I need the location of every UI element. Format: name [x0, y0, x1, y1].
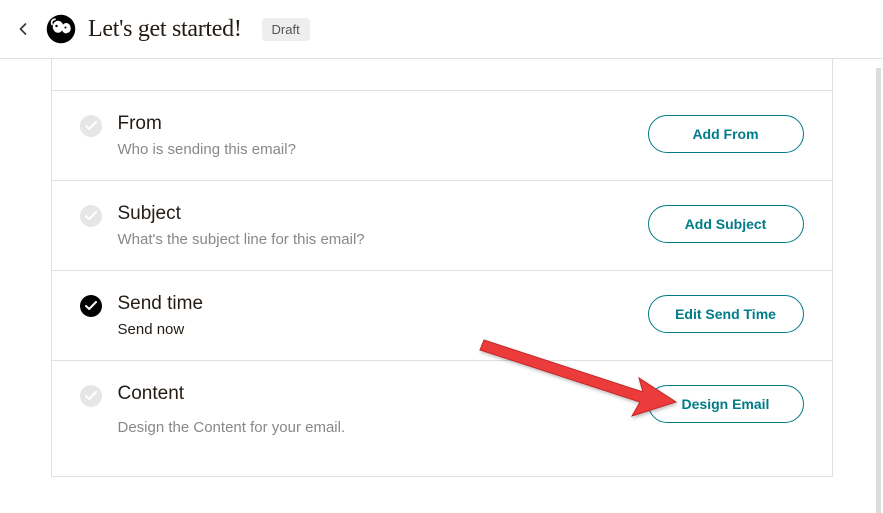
row-text: Content Design the Content for your emai…: [118, 383, 632, 436]
row-title: Content: [118, 383, 632, 405]
row-subtitle: What's the subject line for this email?: [118, 231, 632, 248]
check-icon: [80, 385, 102, 407]
row-subtitle: Design the Content for your email.: [118, 419, 632, 436]
row-title: Send time: [118, 293, 632, 315]
row-text: From Who is sending this email?: [118, 113, 632, 158]
row-text: Send time Send now: [118, 293, 632, 338]
from-row: From Who is sending this email? Add From: [52, 91, 832, 181]
row-subtitle: Send now: [118, 321, 632, 338]
back-icon[interactable]: [16, 22, 30, 36]
subject-row: Subject What's the subject line for this…: [52, 181, 832, 271]
row-subtitle: Who is sending this email?: [118, 141, 632, 158]
status-badge: Draft: [262, 18, 310, 41]
add-from-button[interactable]: Add From: [648, 115, 804, 153]
add-subject-button[interactable]: Add Subject: [648, 205, 804, 243]
header: Let's get started! Draft: [0, 0, 883, 59]
check-icon: [80, 115, 102, 137]
check-icon: [80, 295, 102, 317]
spacer-row: [52, 59, 832, 91]
scrollbar-track: [876, 68, 881, 513]
setup-card: From Who is sending this email? Add From…: [51, 59, 833, 477]
main-content: From Who is sending this email? Add From…: [0, 59, 883, 477]
edit-send-time-button[interactable]: Edit Send Time: [648, 295, 804, 333]
send-time-row: Send time Send now Edit Send Time: [52, 271, 832, 361]
row-title: Subject: [118, 203, 632, 225]
row-title: From: [118, 113, 632, 135]
mailchimp-logo-icon: [46, 14, 76, 44]
design-email-button[interactable]: Design Email: [648, 385, 804, 423]
content-row: Content Design the Content for your emai…: [52, 361, 832, 476]
page-title: Let's get started!: [88, 16, 242, 43]
row-text: Subject What's the subject line for this…: [118, 203, 632, 248]
check-icon: [80, 205, 102, 227]
